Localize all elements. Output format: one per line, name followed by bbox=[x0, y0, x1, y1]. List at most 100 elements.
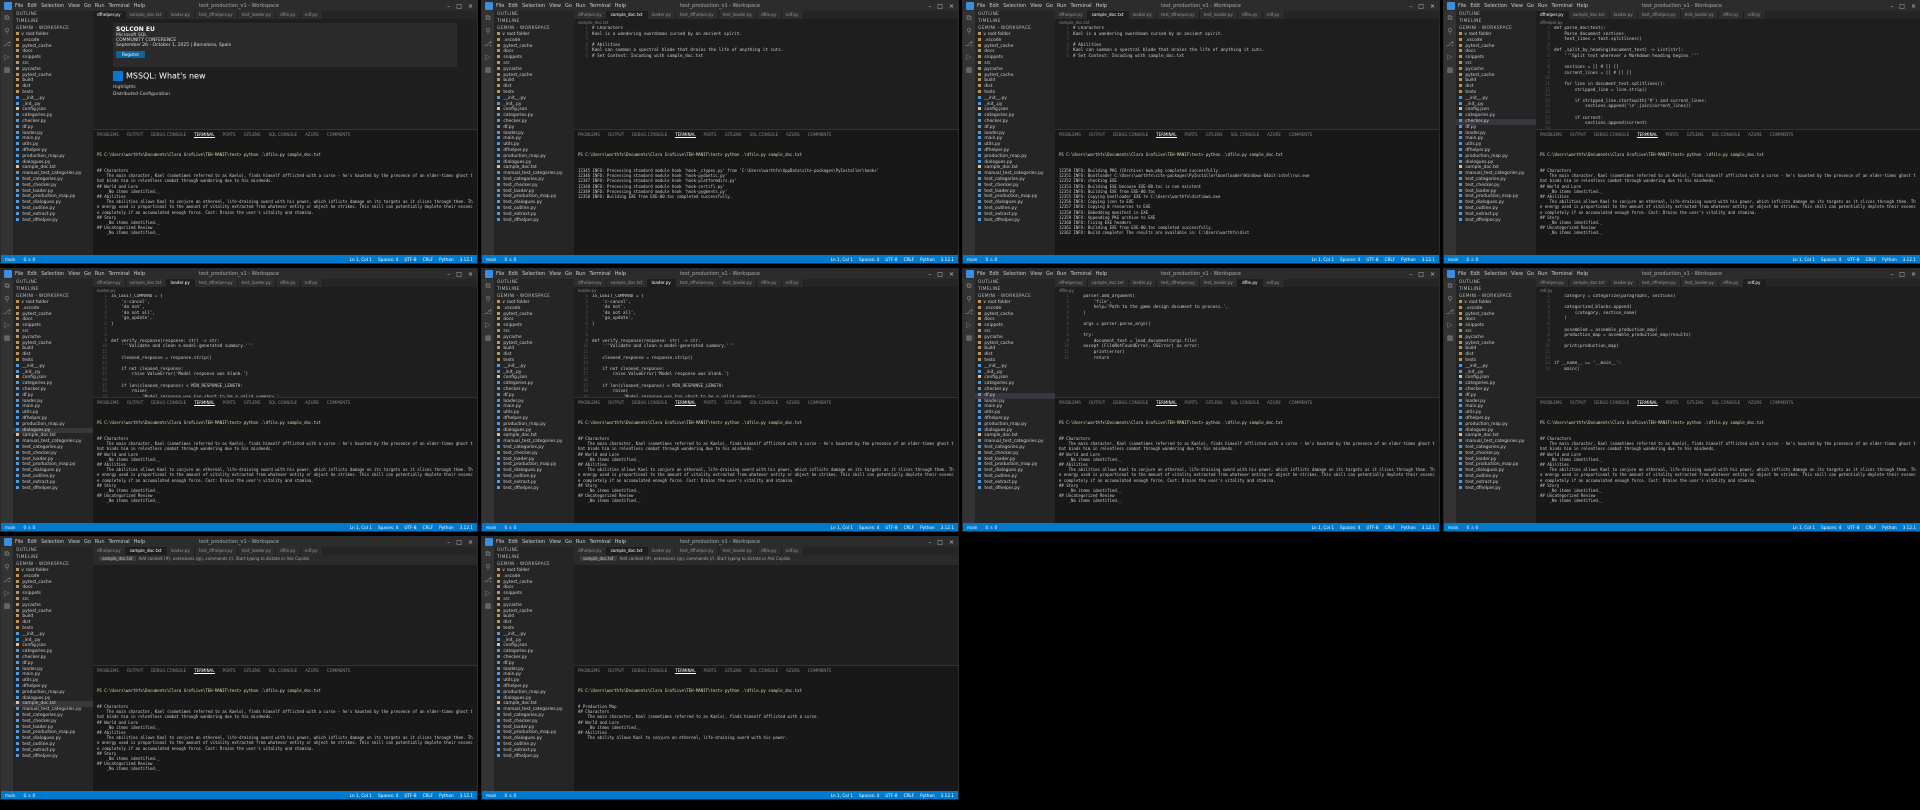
panel-tab[interactable]: SQL CONSOLE bbox=[1712, 132, 1741, 138]
menu-item[interactable]: Help bbox=[615, 539, 626, 545]
close-icon[interactable]: × bbox=[949, 3, 954, 10]
panel-tab[interactable]: TERMINAL bbox=[194, 400, 215, 406]
close-icon[interactable]: × bbox=[468, 3, 473, 10]
panel-tab[interactable]: TERMINAL bbox=[1156, 132, 1177, 138]
menu-item[interactable]: Run bbox=[95, 3, 105, 9]
terminal[interactable]: PS C:\Users\warthfx\Documents\Clara Graf… bbox=[1055, 408, 1439, 524]
editor-tab[interactable]: ndf.py bbox=[300, 11, 323, 19]
menu-item[interactable]: File bbox=[496, 539, 504, 545]
menu-item[interactable]: Run bbox=[576, 539, 586, 545]
editor-tab[interactable]: test_loader.py bbox=[718, 11, 758, 19]
editor-tab[interactable]: loader.py bbox=[1609, 279, 1638, 287]
workspace-header[interactable]: GEMINI - WORKSPACE bbox=[13, 561, 93, 568]
menu-item[interactable]: File bbox=[1458, 3, 1466, 9]
editor-tab[interactable]: test_dfhelper.py bbox=[194, 547, 238, 555]
language-mode[interactable]: Python bbox=[439, 793, 454, 798]
maximize-icon[interactable]: □ bbox=[456, 539, 462, 546]
timeline-header[interactable]: TIMELINE bbox=[494, 18, 574, 25]
extensions-icon[interactable]: ▦ bbox=[966, 335, 973, 342]
editor-tab[interactable]: dfhelper.py bbox=[1055, 11, 1088, 19]
indentation[interactable]: Spaces: 4 bbox=[1821, 525, 1841, 530]
panel-tab[interactable]: PORTS bbox=[1185, 132, 1198, 138]
outline-header[interactable]: OUTLINE bbox=[1456, 279, 1536, 286]
editor-tab[interactable]: loader.py bbox=[166, 11, 195, 19]
outline-header[interactable]: OUTLINE bbox=[494, 547, 574, 554]
menu-item[interactable]: Run bbox=[576, 3, 586, 9]
maximize-icon[interactable]: □ bbox=[1899, 3, 1905, 10]
menu-item[interactable]: Run bbox=[576, 271, 586, 277]
editor-tab[interactable]: ndf.py bbox=[300, 279, 323, 287]
explorer-icon[interactable]: ⧉ bbox=[967, 283, 972, 290]
editor-tab[interactable]: sample_doc.txt bbox=[606, 279, 648, 287]
editor-tab[interactable]: loader.py bbox=[1128, 279, 1157, 287]
extensions-icon[interactable]: ▦ bbox=[4, 603, 11, 610]
menu-item[interactable]: Run bbox=[95, 271, 105, 277]
breadcrumb[interactable]: dfile.py bbox=[1055, 287, 1439, 294]
menu-item[interactable]: Edit bbox=[1470, 3, 1480, 9]
menu-item[interactable]: File bbox=[496, 271, 504, 277]
menu-item[interactable]: Terminal bbox=[1071, 271, 1092, 277]
language-mode[interactable]: Python bbox=[920, 525, 935, 530]
language-mode[interactable]: Python bbox=[1882, 525, 1897, 530]
outline-header[interactable]: OUTLINE bbox=[494, 11, 574, 18]
menu-item[interactable]: File bbox=[15, 271, 23, 277]
extensions-icon[interactable]: ▦ bbox=[1447, 335, 1454, 342]
run-debug-icon[interactable]: ▷ bbox=[1447, 322, 1452, 329]
cursor-position[interactable]: Ln 1, Col 1 bbox=[831, 793, 853, 798]
copilot-chat-input[interactable]: sample_doc.txt Add context (#), extension… bbox=[93, 555, 477, 565]
extensions-icon[interactable]: ▦ bbox=[485, 603, 492, 610]
source-control-icon[interactable]: ⎇ bbox=[3, 41, 11, 48]
python-version[interactable]: 3.12.1 bbox=[1903, 525, 1916, 530]
editor-tab[interactable]: test_loader.py bbox=[1199, 279, 1239, 287]
timeline-header[interactable]: TIMELINE bbox=[13, 554, 93, 561]
panel-tab[interactable]: OUTPUT bbox=[127, 132, 143, 138]
menu-item[interactable]: File bbox=[15, 3, 23, 9]
encoding[interactable]: UTF-8 bbox=[885, 257, 897, 262]
context-chip[interactable]: sample_doc.txt bbox=[580, 556, 617, 561]
menu-item[interactable]: Selection bbox=[41, 271, 64, 277]
panel-tab[interactable]: PROBLEMS bbox=[97, 400, 119, 406]
panel-tab[interactable]: GITLENS bbox=[1206, 400, 1223, 406]
eol[interactable]: CRLF bbox=[1385, 525, 1396, 530]
terminal[interactable]: PS C:\Users\warthfx\Documents\Clara Graf… bbox=[93, 676, 477, 792]
problems-indicator[interactable]: 0 ⚠ 0 bbox=[1466, 257, 1478, 262]
branch-indicator[interactable]: main bbox=[486, 793, 496, 798]
menu-item[interactable]: Terminal bbox=[590, 271, 611, 277]
panel-tab[interactable]: SQL CONSOLE bbox=[269, 400, 298, 406]
panel-tab[interactable]: AZURE bbox=[786, 400, 800, 406]
branch-indicator[interactable]: main bbox=[967, 525, 977, 530]
language-mode[interactable]: Python bbox=[920, 257, 935, 262]
python-version[interactable]: 3.12.1 bbox=[1422, 257, 1435, 262]
problems-indicator[interactable]: 0 ⚠ 0 bbox=[23, 525, 35, 530]
search-icon[interactable]: ⚲ bbox=[4, 28, 9, 35]
run-debug-icon[interactable]: ▷ bbox=[485, 590, 490, 597]
file-tree-item[interactable]: test_dfhelper.py bbox=[494, 753, 574, 760]
menu-item[interactable]: Help bbox=[615, 3, 626, 9]
editor-tab[interactable]: test_dfhelper.py bbox=[194, 279, 238, 287]
menu-item[interactable]: Terminal bbox=[590, 3, 611, 9]
menu-item[interactable]: Help bbox=[1096, 271, 1107, 277]
indentation[interactable]: Spaces: 4 bbox=[859, 793, 879, 798]
source-control-icon[interactable]: ⎇ bbox=[484, 41, 492, 48]
panel-tab[interactable]: OUTPUT bbox=[608, 400, 624, 406]
menu-item[interactable]: Terminal bbox=[590, 539, 611, 545]
timeline-header[interactable]: TIMELINE bbox=[1456, 286, 1536, 293]
menu-item[interactable]: Run bbox=[1538, 3, 1548, 9]
cursor-position[interactable]: Ln 1, Col 1 bbox=[831, 525, 853, 530]
search-icon[interactable]: ⚲ bbox=[485, 28, 490, 35]
eol[interactable]: CRLF bbox=[904, 525, 915, 530]
explorer-icon[interactable]: ⧉ bbox=[5, 15, 10, 22]
explorer-icon[interactable]: ⧉ bbox=[486, 15, 491, 22]
menu-item[interactable]: File bbox=[496, 3, 504, 9]
panel-tab[interactable]: GITLENS bbox=[244, 132, 261, 138]
editor-tab[interactable]: sample_doc.txt bbox=[125, 279, 167, 287]
indentation[interactable]: Spaces: 4 bbox=[378, 793, 398, 798]
run-debug-icon[interactable]: ▷ bbox=[4, 590, 9, 597]
panel-tab[interactable]: PORTS bbox=[704, 400, 717, 406]
editor-tab[interactable]: dfile.py bbox=[757, 279, 782, 287]
menu-item[interactable]: Selection bbox=[41, 539, 64, 545]
encoding[interactable]: UTF-8 bbox=[1366, 257, 1378, 262]
panel-tab[interactable]: PROBLEMS bbox=[97, 132, 119, 138]
panel-tab[interactable]: COMMENTS bbox=[808, 668, 831, 674]
editor-tab[interactable]: test_loader.py bbox=[1199, 11, 1239, 19]
